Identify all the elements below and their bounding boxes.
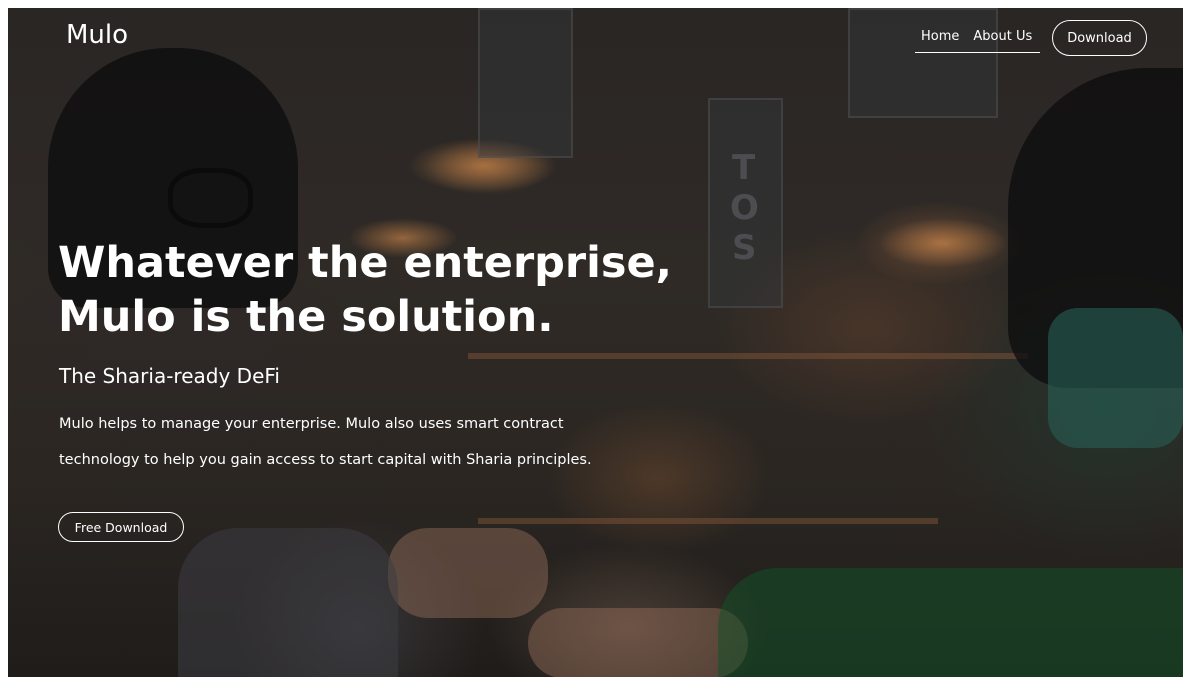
hero-title: Whatever the enterprise, Mulo is the sol… [58,236,672,344]
mulo-logo[interactable]: Mulo [66,20,128,50]
hero-description-line-2: technology to help you gain access to st… [59,452,592,468]
main-nav: Home About Us [921,29,1032,44]
hero-description: Mulo helps to manage your enterprise. Mu… [59,406,679,478]
download-button[interactable]: Download [1052,20,1147,56]
hero-description-line-1: Mulo helps to manage your enterprise. Mu… [59,416,564,432]
hero-title-line-1: Whatever the enterprise, [58,238,672,288]
nav-link-about-us[interactable]: About Us [973,29,1032,44]
hero-title-line-2: Mulo is the solution. [58,292,554,342]
nav-link-home[interactable]: Home [921,29,959,44]
nav-active-underline [915,52,1040,53]
free-download-button[interactable]: Free Download [58,512,184,542]
hero-subtitle: The Sharia-ready DeFi [59,364,280,388]
